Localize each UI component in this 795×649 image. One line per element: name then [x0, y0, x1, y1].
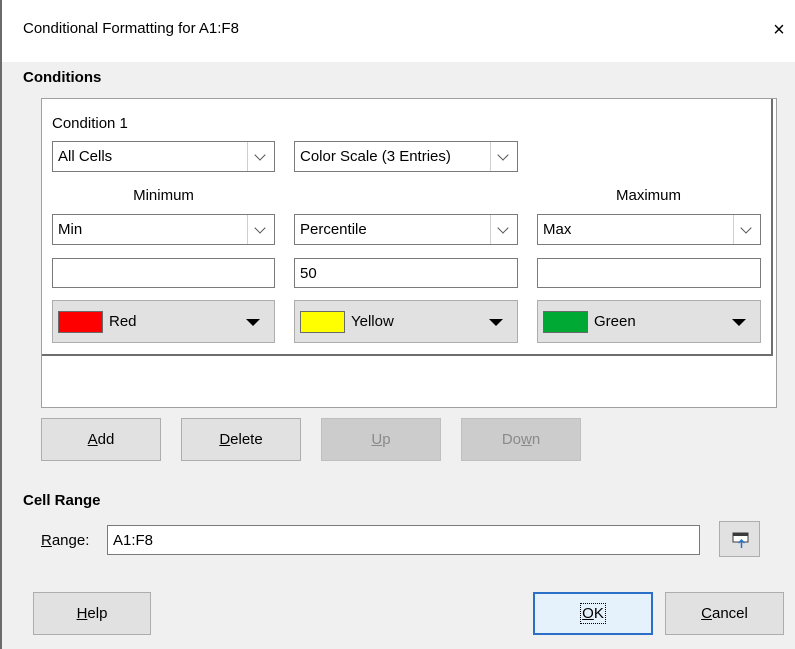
minimum-mode-select[interactable]: Min: [52, 214, 275, 245]
triangle-down-icon: [489, 319, 503, 326]
delete-mnemonic: D: [219, 431, 231, 448]
minimum-value-field[interactable]: [52, 258, 275, 288]
move-down-button[interactable]: Down: [461, 418, 581, 461]
maximum-mode-value: Max: [543, 221, 572, 238]
maximum-heading: Maximum: [615, 187, 681, 204]
condition-scope-select[interactable]: All Cells: [52, 141, 275, 172]
cancel-label: ancel: [711, 605, 748, 622]
range-field[interactable]: [107, 525, 700, 555]
move-up-button[interactable]: Up: [321, 418, 441, 461]
condition-label: Condition 1: [52, 115, 128, 132]
range-label-text: ange:: [51, 532, 90, 549]
chevron-down-icon[interactable]: [247, 142, 274, 171]
chevron-down-icon[interactable]: [247, 215, 274, 244]
chevron-down-icon[interactable]: [490, 215, 517, 244]
ok-focus-ring: OK: [580, 603, 606, 624]
range-mnemonic: R: [41, 532, 52, 549]
ok-button[interactable]: OK: [533, 592, 653, 635]
color-swatch: [58, 311, 103, 333]
condition-type-value: Color Scale (3 Entries): [300, 148, 451, 165]
maximum-value-input[interactable]: [538, 259, 760, 287]
minimum-mode-value: Min: [58, 221, 83, 238]
up-mnemonic: U: [371, 431, 383, 448]
middle-color-name: Yellow: [351, 313, 394, 330]
minimum-value-input[interactable]: [53, 259, 274, 287]
close-icon[interactable]: ×: [766, 15, 792, 45]
chevron-down-icon[interactable]: [733, 215, 760, 244]
add-label: dd: [97, 431, 115, 448]
down-label: n: [531, 431, 541, 448]
help-mnemonic: H: [76, 605, 88, 622]
delete-label: elete: [230, 431, 263, 448]
condition-type-select[interactable]: Color Scale (3 Entries): [294, 141, 518, 172]
minimum-color-picker[interactable]: Red: [52, 300, 275, 343]
shrink-dialog-icon: [732, 532, 749, 548]
help-button[interactable]: Help: [33, 592, 151, 635]
middle-mode-value: Percentile: [300, 221, 367, 238]
ok-label: K: [593, 605, 604, 622]
color-swatch: [300, 311, 345, 333]
middle-value-field[interactable]: [294, 258, 518, 288]
add-button[interactable]: Add: [41, 418, 161, 461]
shrink-button[interactable]: [719, 521, 760, 557]
range-input[interactable]: [108, 526, 699, 554]
up-label: p: [382, 431, 391, 448]
condition-scope-value: All Cells: [58, 148, 113, 165]
cancel-button[interactable]: Cancel: [665, 592, 784, 635]
triangle-down-icon: [732, 319, 746, 326]
middle-mode-select[interactable]: Percentile: [294, 214, 518, 245]
middle-color-picker[interactable]: Yellow: [294, 300, 518, 343]
window-title: Conditional Formatting for A1:F8: [23, 20, 239, 37]
delete-button[interactable]: Delete: [181, 418, 301, 461]
minimum-color-name: Red: [109, 313, 137, 330]
conditions-heading: Conditions: [23, 69, 102, 86]
add-mnemonic: A: [87, 431, 98, 448]
middle-value-input[interactable]: [295, 259, 517, 287]
window-frame-left: [0, 0, 2, 649]
maximum-color-picker[interactable]: Green: [537, 300, 761, 343]
maximum-value-field[interactable]: [537, 258, 761, 288]
maximum-color-name: Green: [594, 313, 636, 330]
ok-mnemonic: O: [582, 605, 594, 622]
maximum-mode-select[interactable]: Max: [537, 214, 761, 245]
cell-range-heading: Cell Range: [23, 492, 101, 509]
triangle-down-icon: [246, 319, 260, 326]
down-mnemonic: w: [521, 431, 532, 448]
minimum-heading: Minimum: [133, 187, 194, 204]
help-label: elp: [87, 605, 108, 622]
chevron-down-icon[interactable]: [490, 142, 517, 171]
down-label-pre: Do: [501, 431, 521, 448]
range-label: Range:: [41, 532, 89, 549]
color-swatch: [543, 311, 588, 333]
cancel-mnemonic: C: [701, 605, 712, 622]
